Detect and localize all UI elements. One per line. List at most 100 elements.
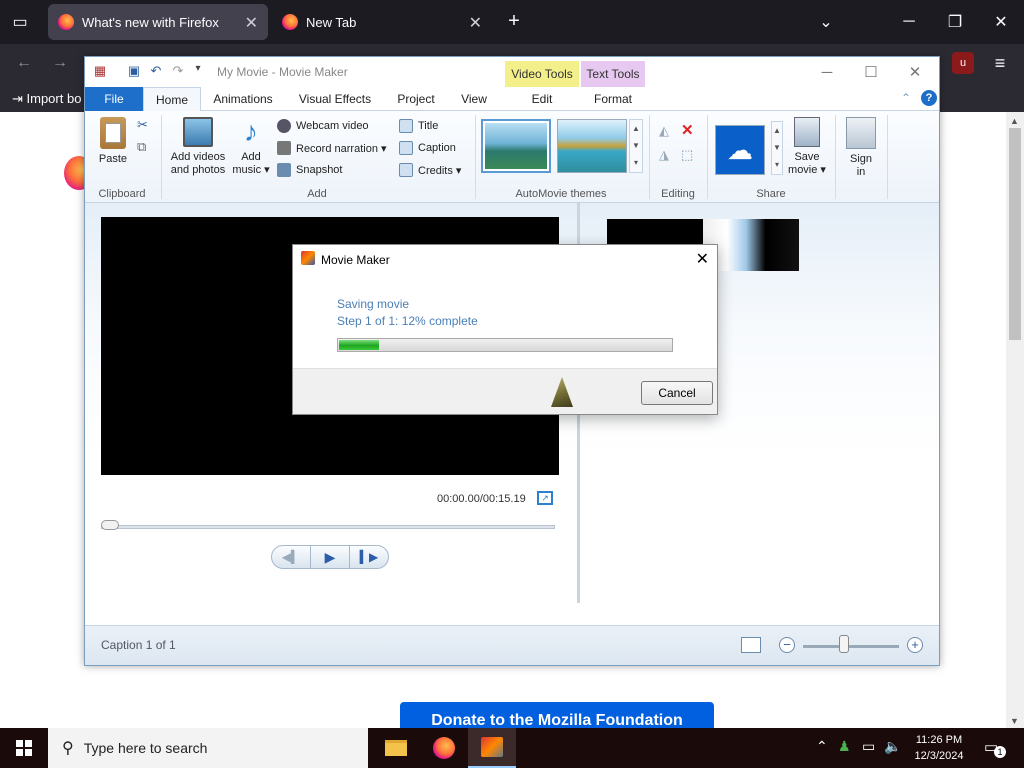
movie-maker-icon <box>481 737 503 757</box>
ublock-extension-icon[interactable]: u <box>952 52 974 74</box>
tab-home[interactable]: Home <box>143 87 201 112</box>
previous-frame-icon[interactable]: ◀▍ <box>272 546 310 568</box>
menu-icon[interactable]: ≡ <box>990 53 1010 74</box>
movie-maker-taskbar[interactable] <box>468 728 516 768</box>
maximize-icon[interactable]: ☐ <box>849 61 893 85</box>
import-bookmarks-link[interactable]: ⇥ Import bo <box>12 91 81 107</box>
automovie-theme-2[interactable] <box>557 119 627 173</box>
rotate-left-icon[interactable]: ◭ <box>659 123 669 139</box>
add-music-label-2: music ▾ <box>232 164 270 176</box>
list-all-tabs-icon[interactable]: ▭ <box>10 12 30 32</box>
close-tab-icon[interactable]: ✕ <box>245 13 258 33</box>
movie-maker-app-icon[interactable]: ▦ <box>91 63 109 81</box>
zoom-in-icon[interactable]: + <box>907 637 923 653</box>
title-label: Title <box>418 120 439 132</box>
webcam-icon <box>277 119 291 133</box>
help-icon[interactable]: ? <box>921 90 937 106</box>
tab-view[interactable]: View <box>451 87 497 111</box>
credits-button[interactable]: Credits ▾ <box>399 161 461 179</box>
play-icon[interactable]: ▶ <box>310 546 350 568</box>
caption-button[interactable]: Caption <box>399 139 456 157</box>
credits-icon <box>399 163 413 177</box>
remove-icon[interactable]: ✕ <box>681 121 694 139</box>
undo-icon[interactable]: ↶ <box>147 63 165 81</box>
volume-icon[interactable]: 🔈 <box>884 738 901 755</box>
forward-icon[interactable]: → <box>50 54 70 72</box>
tab-format[interactable]: Format <box>581 87 645 111</box>
minimize-ribbon-icon[interactable]: ⌃ <box>901 91 911 105</box>
new-tab-icon[interactable]: + <box>504 10 524 33</box>
fullscreen-preview-icon[interactable]: ↗ <box>537 491 553 505</box>
caption-label: Caption <box>418 142 456 154</box>
firefox-taskbar[interactable] <box>420 728 468 768</box>
thumbnail-size-icon[interactable] <box>741 637 761 653</box>
file-explorer-taskbar[interactable] <box>372 728 420 768</box>
add-videos-photos-button[interactable]: Add videos and photos <box>165 117 231 177</box>
record-narration-button[interactable]: Record narration ▾ <box>277 139 387 157</box>
back-icon[interactable]: ← <box>14 54 34 72</box>
redo-icon[interactable]: ↷ <box>169 63 187 81</box>
clipboard-group-label: Clipboard <box>98 188 146 200</box>
network-icon[interactable]: ▭ <box>862 738 875 755</box>
restore-icon[interactable]: ❐ <box>932 0 978 44</box>
webcam-video-button[interactable]: Webcam video <box>277 117 369 135</box>
add-music-button[interactable]: ♪ Add music ▾ <box>231 117 271 177</box>
scroll-thumb[interactable] <box>1009 128 1021 340</box>
add-music-label-1: Add <box>241 151 261 163</box>
minimize-icon[interactable]: ─ <box>886 0 932 44</box>
tab-animations[interactable]: Animations <box>203 87 283 111</box>
tab-project[interactable]: Project <box>389 87 443 111</box>
import-bookmarks-label: Import bo <box>26 91 82 106</box>
next-frame-icon[interactable]: ▍▶ <box>350 546 388 568</box>
automovie-theme-1[interactable] <box>481 119 551 173</box>
tab-new-tab[interactable]: New Tab ✕ <box>272 4 492 40</box>
share-scroll[interactable]: ▲ ▼ ▾ <box>771 121 783 175</box>
close-icon[interactable]: ✕ <box>893 61 937 85</box>
save-movie-button[interactable]: Save movie ▾ <box>787 117 827 177</box>
paste-icon <box>100 117 126 149</box>
customize-qat-icon[interactable]: ▾ <box>189 63 207 81</box>
clock[interactable]: 11:26 PM 12/3/2024 <box>908 732 970 764</box>
zoom-slider[interactable] <box>803 645 899 648</box>
seek-knob[interactable] <box>101 520 119 530</box>
caption-icon <box>399 141 413 155</box>
scroll-up-icon[interactable]: ▲ <box>1010 116 1019 126</box>
saving-movie-dialog: Movie Maker ✕ Saving movie Step 1 of 1: … <box>292 244 718 415</box>
minimize-icon[interactable]: ─ <box>805 61 849 85</box>
show-hidden-icons-icon[interactable]: ⌃ <box>816 738 828 755</box>
zoom-out-icon[interactable]: − <box>779 637 795 653</box>
seek-bar[interactable] <box>101 525 555 529</box>
rotate-right-icon[interactable]: ◮ <box>659 147 669 163</box>
save-movie-label-2: movie ▾ <box>788 164 826 176</box>
cut-icon[interactable]: ✂ <box>137 117 148 133</box>
ribbon-separator <box>475 115 476 199</box>
cancel-button[interactable]: Cancel <box>641 381 713 405</box>
close-icon[interactable]: ✕ <box>696 249 709 269</box>
tab-edit[interactable]: Edit <box>505 87 579 111</box>
title-button[interactable]: Title <box>399 117 438 135</box>
page-scrollbar[interactable]: ▲ ▼ <box>1006 112 1024 728</box>
select-all-icon[interactable]: ⬚ <box>681 147 693 163</box>
paste-button[interactable]: Paste <box>93 117 133 166</box>
user-status-icon[interactable]: ♟ <box>838 738 851 755</box>
start-button[interactable] <box>0 728 48 768</box>
tab-visual-effects[interactable]: Visual Effects <box>289 87 381 111</box>
copy-icon[interactable]: ⧉ <box>137 139 146 155</box>
firefox-icon <box>282 14 298 30</box>
snapshot-button[interactable]: Snapshot <box>277 161 342 179</box>
movie-maker-titlebar: ▦ ▣ ↶ ↷ ▾ My Movie - Movie Maker Video T… <box>85 57 939 87</box>
onedrive-icon[interactable]: ☁ <box>715 125 765 175</box>
close-tab-icon[interactable]: ✕ <box>469 13 482 33</box>
scroll-down-icon[interactable]: ▼ <box>1010 716 1019 726</box>
themes-scroll[interactable]: ▲ ▼ ▾ <box>629 119 643 173</box>
chevron-down-icon[interactable]: ⌄ <box>816 12 836 32</box>
save-icon[interactable]: ▣ <box>125 63 143 81</box>
tab-whats-new[interactable]: What's new with Firefox ✕ <box>48 4 268 40</box>
tab-file[interactable]: File <box>85 87 143 111</box>
zoom-knob[interactable] <box>839 635 849 653</box>
taskbar-search[interactable]: ⚲ Type here to search <box>48 728 368 768</box>
record-narration-label: Record narration ▾ <box>296 142 387 155</box>
close-icon[interactable]: ✕ <box>978 0 1024 44</box>
sign-in-button[interactable]: Sign in <box>841 117 881 179</box>
browser-tab-bar: ▭ What's new with Firefox ✕ New Tab ✕ + … <box>0 0 1024 44</box>
